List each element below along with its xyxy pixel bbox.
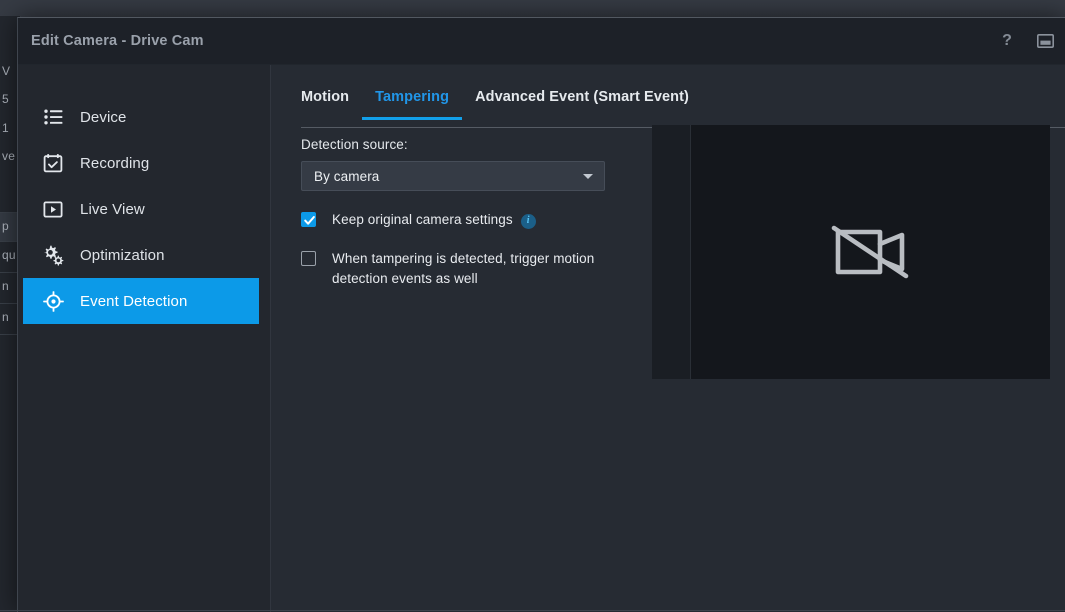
tab-advanced-event[interactable]: Advanced Event (Smart Event) <box>462 89 702 120</box>
tampering-settings-form: Detection source: By camera Keep origina <box>301 137 631 289</box>
play-square-icon <box>42 198 64 220</box>
gears-icon <box>42 244 64 266</box>
sidebar-item-label: Device <box>80 110 126 125</box>
info-icon[interactable]: i <box>521 214 536 229</box>
restore-window-button[interactable] <box>1032 28 1058 54</box>
tab-motion[interactable]: Motion <box>301 89 362 120</box>
detection-source-select[interactable]: By camera <box>301 161 605 191</box>
dialog-title: Edit Camera - Drive Cam <box>31 33 204 49</box>
camera-preview-panel <box>652 125 1050 379</box>
desktop-backdrop: V 5 1 ve p qu n n Edit Camera - Drive Ca… <box>0 0 1065 611</box>
dialog-titlebar[interactable]: Edit Camera - Drive Cam ? <box>18 18 1065 65</box>
sidebar-item-label: Event Detection <box>80 294 187 309</box>
trigger-motion-row[interactable]: When tampering is detected, trigger moti… <box>301 249 631 289</box>
keep-original-settings-row[interactable]: Keep original camera settings i <box>301 210 631 230</box>
settings-content: Motion Tampering Advanced Event (Smart E… <box>271 65 1065 612</box>
crosshair-icon <box>42 290 64 312</box>
sidebar-item-label: Live View <box>80 202 145 217</box>
detection-source-label: Detection source: <box>301 137 631 152</box>
restore-window-icon <box>1037 34 1054 48</box>
trigger-motion-label: When tampering is detected, trigger moti… <box>332 249 631 289</box>
bg-fragment: 1 <box>2 121 9 135</box>
help-button[interactable]: ? <box>994 28 1020 54</box>
chevron-down-icon <box>583 174 593 179</box>
sidebar-item-label: Optimization <box>80 248 165 263</box>
question-mark-help-icon: ? <box>1002 33 1012 49</box>
keep-original-settings-label: Keep original camera settings i <box>332 210 536 230</box>
keep-original-settings-checkbox[interactable] <box>301 212 316 227</box>
bg-fragment: 5 <box>2 92 9 106</box>
bg-fragment: ve <box>2 149 15 163</box>
bg-fragment: V <box>2 64 10 78</box>
calendar-check-icon <box>42 152 64 174</box>
sidebar-item-live-view[interactable]: Live View <box>23 186 259 232</box>
sidebar-item-optimization[interactable]: Optimization <box>23 232 259 278</box>
preview-stage[interactable] <box>691 125 1050 379</box>
list-icon <box>42 106 64 128</box>
bg-fragment: n <box>2 279 9 293</box>
sidebar-item-recording[interactable]: Recording <box>23 140 259 186</box>
detection-source-value: By camera <box>314 169 379 184</box>
edit-camera-dialog: Edit Camera - Drive Cam ? <box>17 17 1065 612</box>
sidebar-item-device[interactable]: Device <box>23 94 259 140</box>
sidebar-item-event-detection[interactable]: Event Detection <box>23 278 259 324</box>
keep-original-settings-text: Keep original camera settings <box>332 212 513 227</box>
bg-fragment: n <box>2 310 9 324</box>
sidebar-nav-list: Device Recording <box>18 94 270 324</box>
trigger-motion-checkbox[interactable] <box>301 251 316 266</box>
settings-sidebar: Device Recording <box>18 65 271 612</box>
bg-fragment: qu <box>2 248 16 262</box>
camera-off-icon <box>828 218 912 286</box>
titlebar-actions: ? <box>994 18 1058 64</box>
sidebar-item-label: Recording <box>80 156 149 171</box>
bg-fragment: p <box>2 219 9 233</box>
tab-tampering[interactable]: Tampering <box>362 89 462 120</box>
dialog-body: Device Recording <box>18 65 1065 612</box>
event-detection-tabs: Motion Tampering Advanced Event (Smart E… <box>301 89 1065 129</box>
preview-gutter <box>652 125 691 379</box>
